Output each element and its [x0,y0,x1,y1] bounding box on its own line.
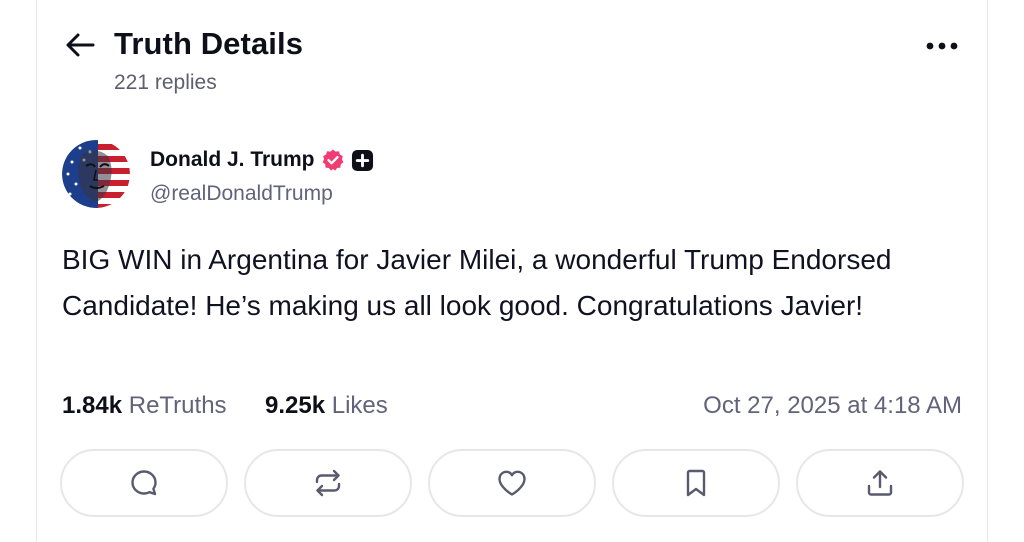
post-author: Donald J. Trump @realDonaldTrump [62,140,662,212]
reply-button[interactable] [60,449,228,517]
likes-count: 9.25k [265,392,326,419]
likes-label: Likes [331,392,388,419]
verified-badge-icon [322,149,343,171]
bookmark-icon [686,469,706,497]
author-display-name[interactable]: Donald J. Trump [150,148,315,172]
avatar[interactable] [62,140,130,208]
likes-stat[interactable]: 9.25k Likes [265,388,388,424]
retruths-stat[interactable]: 1.84k ReTruths [62,388,227,424]
post-stats: 1.84k ReTruths 9.25k Likes Oct 27, 2025 … [62,388,962,424]
more-options-button[interactable] [922,30,962,62]
share-icon [867,470,893,496]
post-timestamp: Oct 27, 2025 at 4:18 AM [703,392,962,419]
back-button[interactable] [62,30,98,60]
retruths-label: ReTruths [128,392,227,419]
retruths-count: 1.84k [62,392,123,419]
bookmark-button[interactable] [612,449,780,517]
back-arrow-icon [66,33,95,57]
like-button[interactable] [428,449,596,517]
share-button[interactable] [796,449,964,517]
page-title: Truth Details [114,26,304,61]
author-handle[interactable]: @realDonaldTrump [150,182,333,206]
more-dots-icon [926,42,958,50]
retruth-button[interactable] [244,449,412,517]
reply-icon [131,470,157,496]
retruth-icon [315,469,341,497]
post-text: BIG WIN in Argentina for Javier Milei, a… [62,244,892,321]
replies-count: 221 replies [114,71,217,94]
like-icon [498,470,526,496]
name-row: Donald J. Trump [150,146,374,174]
truth-plus-icon [351,149,373,171]
page-header: Truth Details 221 replies [62,22,962,102]
action-bar [60,449,965,519]
